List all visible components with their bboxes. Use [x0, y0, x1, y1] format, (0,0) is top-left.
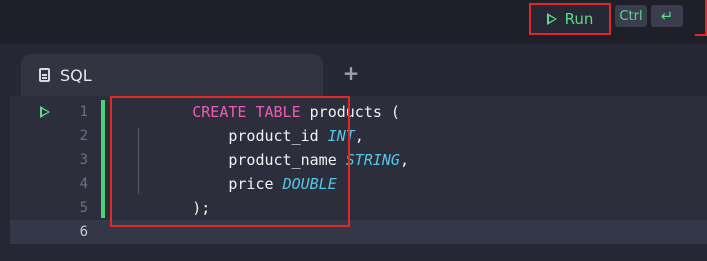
code-line[interactable]: 4 price DOUBLE	[10, 172, 707, 196]
add-tab-button[interactable]: +	[342, 61, 360, 85]
toolbar: Run Ctrl ↵	[0, 0, 707, 44]
run-button-label: Run	[564, 10, 594, 28]
line-number: 2	[79, 128, 88, 144]
line-number: 5	[79, 200, 88, 216]
toolbar-edge-highlight	[695, 0, 707, 36]
type-token: STRING	[345, 151, 400, 169]
editor-body[interactable]: 1 CREATE TABLE products ( 2 product_id I…	[10, 96, 707, 244]
run-button[interactable]: Run	[529, 3, 611, 35]
code-editor[interactable]: 1 CREATE TABLE products ( 2 product_id I…	[0, 96, 707, 261]
play-icon	[546, 13, 557, 25]
shortcut-enter-key: ↵	[651, 5, 683, 27]
line-number: 6	[79, 224, 88, 240]
code-token: ,	[399, 151, 409, 169]
code-line[interactable]: 5 );	[10, 196, 707, 220]
shortcut-ctrl-key: Ctrl	[615, 5, 647, 27]
run-statement-icon[interactable]	[40, 106, 50, 118]
line-number: 3	[79, 152, 88, 168]
code-line-current[interactable]: 6	[10, 220, 707, 244]
type-token: DOUBLE	[282, 175, 337, 193]
tab-label: SQL	[60, 65, 92, 85]
code-token: );	[192, 199, 211, 217]
line-number: 4	[79, 176, 88, 192]
document-icon	[39, 68, 50, 82]
line-number: 1	[79, 104, 88, 120]
code-line[interactable]: 3 product_name STRING,	[10, 148, 707, 172]
